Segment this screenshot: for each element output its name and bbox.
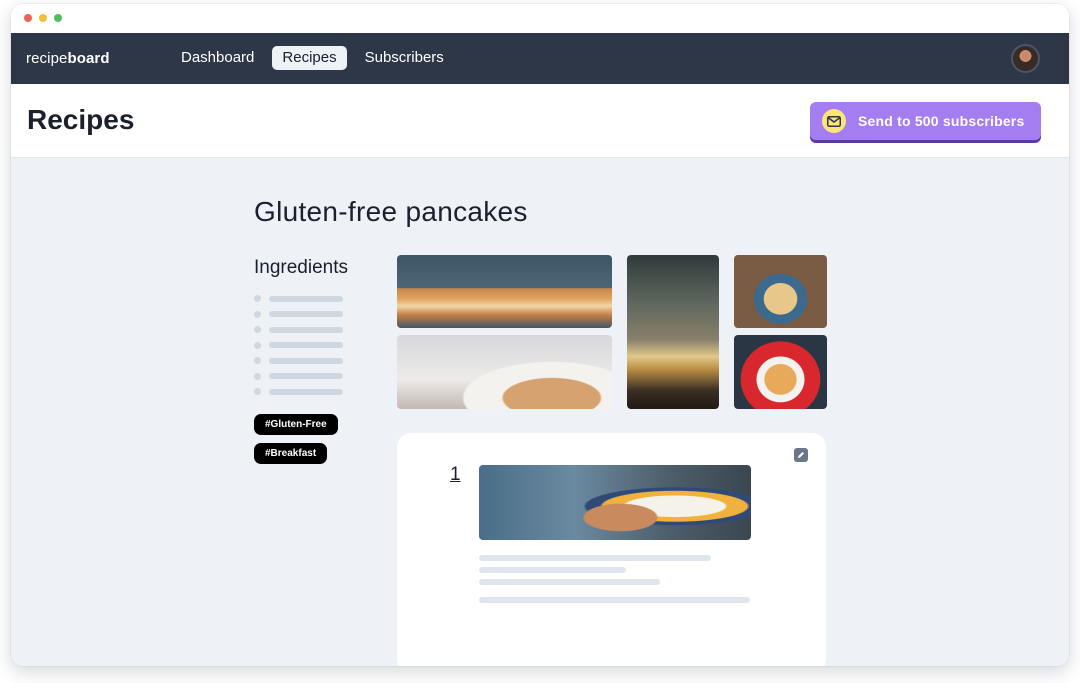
step-text-placeholder — [479, 579, 660, 585]
close-window-button[interactable] — [24, 14, 32, 22]
step-text-placeholder — [479, 597, 750, 603]
ingredient-placeholder — [269, 357, 343, 364]
ingredient-item — [254, 353, 343, 369]
ingredient-placeholder — [269, 342, 343, 349]
page-header: Recipes Send to 500 subscribers — [11, 84, 1069, 158]
ingredient-item — [254, 322, 343, 338]
envelope-icon — [822, 109, 846, 133]
nav-links: Dashboard Recipes Subscribers — [171, 46, 454, 70]
maximize-window-button[interactable] — [54, 14, 62, 22]
send-button-label: Send to 500 subscribers — [858, 113, 1025, 129]
step-number: 1 — [450, 464, 461, 485]
eggs-photo[interactable] — [479, 465, 751, 540]
ingredient-placeholder — [269, 295, 343, 302]
title-bar — [11, 4, 1069, 33]
nav-dashboard[interactable]: Dashboard — [171, 46, 264, 70]
photo-gallery — [397, 255, 827, 409]
user-avatar[interactable] — [1011, 44, 1040, 73]
main-content: Gluten-free pancakes Ingredients #Gluten… — [11, 158, 1069, 666]
app-window: recipeboard Dashboard Recipes Subscriber… — [11, 4, 1069, 666]
pancakes-plate-photo[interactable] — [734, 255, 827, 328]
tag-breakfast[interactable]: #Breakfast — [254, 443, 328, 464]
top-navbar: recipeboard Dashboard Recipes Subscriber… — [11, 33, 1069, 84]
recipe-title: Gluten-free pancakes — [254, 196, 528, 227]
bullet-icon — [254, 310, 261, 318]
bullet-icon — [254, 341, 261, 349]
bullet-icon — [254, 372, 261, 380]
ingredient-item — [254, 307, 343, 323]
ingredient-item — [254, 369, 343, 385]
page-title: Recipes — [27, 104, 135, 135]
pancakes-blueberries-photo[interactable] — [397, 335, 612, 409]
brand-bold: board — [67, 50, 110, 67]
pancake-stack-photo[interactable] — [397, 255, 612, 328]
bullet-icon — [254, 357, 261, 365]
bullet-icon — [254, 326, 261, 334]
ingredient-item — [254, 338, 343, 354]
ingredient-item — [254, 291, 343, 307]
ingredient-placeholder — [269, 311, 343, 318]
brand-logo[interactable]: recipeboard — [26, 50, 110, 67]
ingredients-list — [254, 291, 343, 400]
ingredients-heading: Ingredients — [254, 257, 349, 278]
ingredient-item — [254, 384, 343, 400]
bullet-icon — [254, 388, 261, 396]
ingredient-placeholder — [269, 326, 343, 333]
brand-light: recipe — [26, 50, 68, 67]
step-text-placeholder — [479, 555, 711, 561]
tag-list: #Gluten-Free #Breakfast — [254, 414, 338, 472]
bullet-icon — [254, 295, 261, 303]
tag-gluten-free[interactable]: #Gluten-Free — [254, 414, 338, 435]
step-card: 1 — [397, 433, 826, 666]
step-text-placeholder — [479, 567, 626, 573]
pancakes-red-plate-photo[interactable] — [734, 335, 827, 409]
nav-recipes[interactable]: Recipes — [272, 46, 347, 70]
nav-subscribers[interactable]: Subscribers — [355, 46, 454, 70]
pancake-cooking-photo[interactable] — [627, 255, 719, 409]
minimize-window-button[interactable] — [39, 14, 47, 22]
send-to-subscribers-button[interactable]: Send to 500 subscribers — [810, 102, 1041, 140]
pencil-icon[interactable] — [794, 448, 808, 462]
ingredient-placeholder — [269, 373, 343, 380]
ingredient-placeholder — [269, 388, 343, 395]
